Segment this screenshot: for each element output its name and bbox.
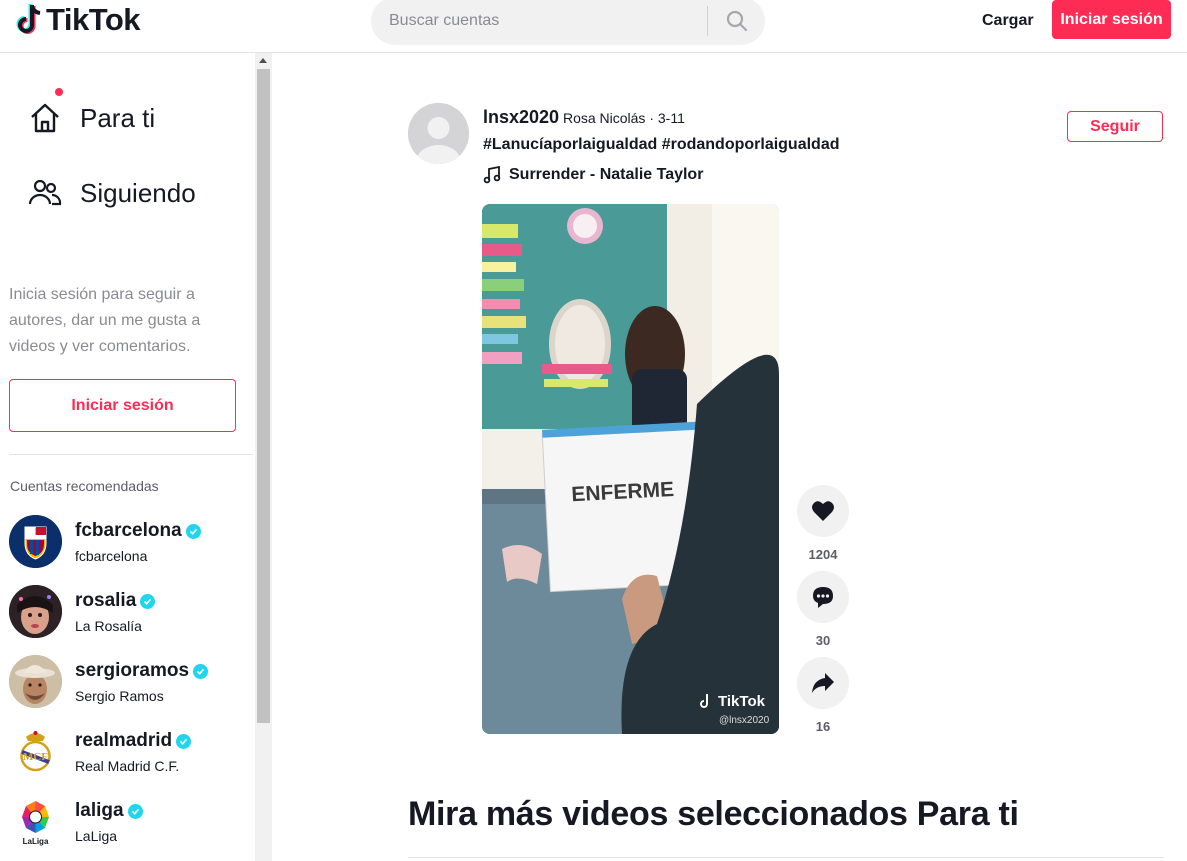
account-display-name: fcbarcelona — [75, 548, 148, 564]
comment-action: 30 — [797, 571, 849, 648]
verified-badge-icon — [193, 663, 209, 679]
post-hashtags[interactable]: #Lanucíaporlaigualdad #rodandoporlaigual… — [483, 136, 840, 154]
post-username[interactable]: lnsx2020 — [483, 107, 559, 127]
share-button[interactable] — [797, 657, 849, 709]
tiktok-logo[interactable]: TikTok — [14, 2, 141, 38]
post-nickname[interactable]: Rosa Nicolás — [563, 110, 645, 126]
search-icon — [726, 10, 747, 32]
like-button[interactable] — [797, 485, 849, 537]
svg-text:MCF: MCF — [23, 751, 48, 763]
post-author-avatar[interactable] — [408, 103, 469, 164]
post-music-title: Surrender - Natalie Taylor — [509, 166, 704, 183]
logo-text: TikTok — [46, 2, 141, 37]
users-icon — [28, 179, 62, 206]
sidebar: Para ti Siguiendo Inicia sesión para seg… — [0, 53, 255, 861]
search-input[interactable] — [371, 0, 707, 45]
upload-link[interactable]: Cargar — [982, 12, 1034, 30]
avatar-sergioramos — [9, 655, 62, 708]
home-icon — [28, 88, 63, 135]
avatar-laliga: LaLiga — [9, 795, 62, 848]
video-watermark-brand: TikTok — [718, 693, 766, 710]
like-action: 1204 — [797, 485, 849, 562]
account-display-name: La Rosalía — [75, 618, 142, 634]
account-item-rosalia[interactable]: rosalia La Rosalía — [9, 585, 156, 638]
video-watermark-user: @lnsx2020 — [719, 715, 770, 726]
video-player[interactable]: ENFERME TikTok @lnsx2020 — [482, 204, 779, 734]
like-count: 1204 — [808, 547, 838, 562]
music-note-icon — [483, 166, 501, 184]
sidebar-login-button[interactable]: Iniciar sesión — [9, 379, 236, 432]
scroll-up-arrow-icon[interactable] — [259, 58, 267, 63]
search-button[interactable] — [708, 0, 765, 45]
comment-icon — [813, 587, 833, 608]
nav-item-siguiendo[interactable]: Siguiendo — [28, 176, 196, 210]
account-username: laliga — [75, 800, 124, 821]
account-item-laliga[interactable]: LaLiga laliga LaLiga — [9, 795, 143, 848]
nav-item-para-ti[interactable]: Para ti — [28, 88, 156, 135]
account-display-name: Real Madrid C.F. — [75, 758, 180, 774]
avatar-rosalia — [9, 585, 62, 638]
nav-label-siguiendo: Siguiendo — [80, 177, 196, 208]
tiktok-note-icon — [16, 4, 41, 34]
comment-button[interactable] — [797, 571, 849, 623]
account-item-sergioramos[interactable]: sergioramos Sergio Ramos — [9, 655, 209, 708]
post-date: 3-11 — [657, 110, 685, 126]
account-username: sergioramos — [75, 660, 190, 681]
svg-text:LaLiga: LaLiga — [23, 837, 49, 846]
avatar-fcbarcelona — [9, 515, 62, 568]
login-hint-text: Inicia sesión para seguir a autores, dar… — [9, 286, 201, 355]
account-item-fcbarcelona[interactable]: fcbarcelona fcbarcelona — [9, 515, 201, 568]
account-display-name: LaLiga — [75, 828, 118, 844]
nav-label-para-ti: Para ti — [80, 102, 156, 133]
verified-badge-icon — [176, 733, 192, 749]
search-bar — [371, 0, 765, 45]
notification-dot — [55, 88, 63, 96]
recommended-accounts-title: Cuentas recomendadas — [10, 478, 159, 494]
account-username: rosalia — [75, 590, 137, 611]
share-count: 16 — [815, 719, 831, 734]
post-music[interactable]: Surrender - Natalie Taylor — [483, 166, 703, 184]
section-divider — [408, 857, 1164, 858]
account-username: realmadrid — [75, 730, 173, 751]
account-username: fcbarcelona — [75, 520, 182, 541]
verified-badge-icon — [127, 803, 143, 819]
video-frame: ENFERME TikTok @lnsx2020 — [482, 204, 779, 734]
account-item-realmadrid[interactable]: MCF realmadrid Real Madrid C.F. — [9, 725, 192, 778]
share-action: 16 — [797, 657, 849, 734]
follow-button[interactable]: Seguir — [1067, 111, 1163, 142]
heart-icon — [812, 501, 834, 521]
verified-badge-icon — [185, 523, 201, 539]
scrollbar-thumb[interactable] — [257, 69, 270, 723]
sidebar-scrollbar[interactable] — [255, 53, 272, 861]
more-videos-heading: Mira más videos seleccionados Para ti — [408, 795, 1019, 833]
post-author-line: lnsx2020 Rosa Nicolás · 3-11 — [483, 107, 685, 128]
comment-count: 30 — [815, 633, 831, 648]
account-display-name: Sergio Ramos — [75, 688, 164, 704]
post-date-separator: · — [645, 110, 658, 126]
share-arrow-icon — [812, 673, 834, 693]
top-header: TikTok Cargar Iniciar sesión — [0, 0, 1187, 53]
verified-badge-icon — [140, 593, 156, 609]
header-login-button[interactable]: Iniciar sesión — [1052, 0, 1171, 39]
avatar-realmadrid: MCF — [9, 725, 62, 778]
sidebar-divider — [9, 454, 253, 455]
